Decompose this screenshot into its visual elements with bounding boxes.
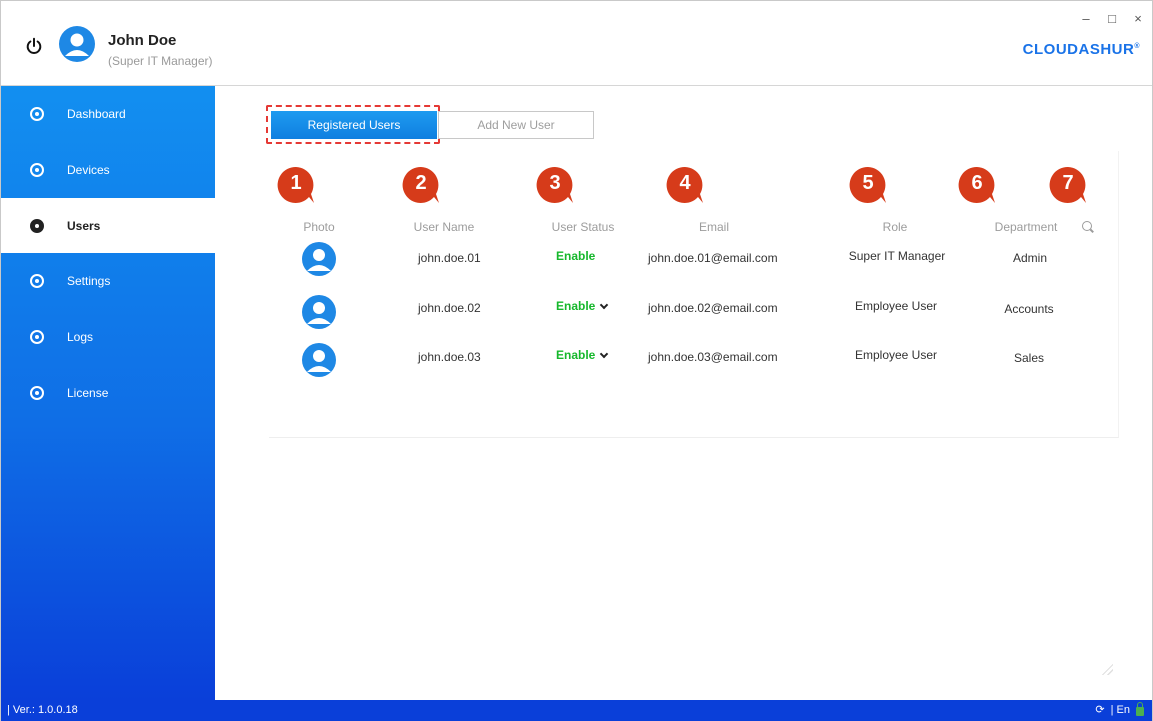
- department-cell: Sales: [1013, 351, 1045, 365]
- avatar: [302, 343, 336, 377]
- callout-badge: 2: [402, 166, 440, 204]
- sidebar-item-label: License: [67, 385, 109, 400]
- sidebar-item-label: Logs: [67, 329, 94, 344]
- user-name-cell: john.doe.02: [418, 301, 481, 315]
- chevron-down-icon: [600, 349, 609, 359]
- sidebar-item-devices[interactable]: Devices: [1, 142, 215, 197]
- user-name-cell: john.doe.01: [418, 251, 481, 265]
- column-header-photo[interactable]: Photo: [303, 220, 334, 234]
- close-button[interactable]: ×: [1132, 11, 1144, 26]
- user-silhouette-icon: [65, 33, 89, 56]
- callout-badge: 3: [536, 166, 574, 204]
- search-icon[interactable]: [1082, 221, 1092, 231]
- callout-badge: 7: [1049, 166, 1087, 204]
- version-label: | Ver.: 1.0.0.18: [7, 704, 78, 716]
- app-window: John Doe (Super IT Manager) – □ × CLOUDA…: [0, 0, 1153, 721]
- user-status-cell[interactable]: Enable: [556, 249, 595, 263]
- usb-icon: [30, 162, 44, 177]
- department-cell: Accounts: [1004, 302, 1054, 316]
- chevron-down-icon: [600, 300, 609, 310]
- email-cell: john.doe.02@email.com: [648, 301, 778, 315]
- callout-badge: 4: [666, 166, 704, 204]
- sidebar-item-logs[interactable]: Logs: [1, 309, 215, 364]
- email-cell: john.doe.01@email.com: [648, 251, 778, 265]
- avatar: [59, 26, 95, 62]
- resize-grip[interactable]: [1099, 661, 1113, 675]
- column-header-role[interactable]: Role: [883, 220, 908, 234]
- list-icon: [30, 329, 44, 344]
- sync-icon[interactable]: ⟳: [1095, 703, 1104, 716]
- sidebar-item-label: Users: [67, 218, 101, 233]
- column-header-user-name[interactable]: User Name: [414, 220, 475, 234]
- callout-badge: 1: [277, 166, 315, 204]
- minimize-button[interactable]: –: [1080, 11, 1092, 26]
- sidebar-item-label: Devices: [67, 162, 110, 177]
- user-silhouette-icon: [307, 302, 331, 324]
- user-status-dropdown[interactable]: Enable: [556, 299, 609, 313]
- key-icon: [30, 385, 44, 400]
- avatar: [302, 295, 336, 329]
- maximize-button[interactable]: □: [1106, 11, 1118, 26]
- role-cell: Employee User: [854, 299, 938, 313]
- sidebar-item-users[interactable]: Users: [1, 198, 215, 253]
- sidebar-item-label: Dashboard: [67, 106, 126, 121]
- sidebar-item-label: Settings: [67, 273, 111, 288]
- column-header-email[interactable]: Email: [699, 220, 729, 234]
- status-bar: | Ver.: 1.0.0.18 ⟳ | En: [1, 700, 1152, 721]
- avatar: [302, 242, 336, 276]
- tab-add-new-user[interactable]: Add New User: [438, 111, 594, 139]
- status-right: ⟳ | En: [1095, 701, 1144, 716]
- user-silhouette-icon: [307, 249, 331, 271]
- user-icon: [30, 218, 44, 233]
- header: John Doe (Super IT Manager) – □ × CLOUDA…: [1, 1, 1152, 86]
- callout-badge: 6: [958, 166, 996, 204]
- power-icon[interactable]: [25, 37, 43, 55]
- column-header-user-status[interactable]: User Status: [552, 220, 615, 234]
- dashboard-icon: [30, 106, 44, 121]
- sidebar: Dashboard Devices Users Settings Logs Li…: [1, 86, 215, 700]
- window-controls: – □ ×: [1080, 11, 1144, 26]
- user-name-cell: john.doe.03: [418, 350, 481, 364]
- user-silhouette-icon: [307, 350, 331, 372]
- user-role: (Super IT Manager): [108, 54, 213, 68]
- sidebar-item-dashboard[interactable]: Dashboard: [1, 86, 215, 141]
- sidebar-item-license[interactable]: License: [1, 365, 215, 420]
- department-cell: Admin: [1012, 251, 1048, 265]
- sidebar-item-settings[interactable]: Settings: [1, 253, 215, 308]
- column-header-department[interactable]: Department: [995, 220, 1058, 234]
- callout-badge: 5: [849, 166, 887, 204]
- language-selector[interactable]: | En: [1111, 704, 1130, 716]
- user-name: John Doe: [108, 32, 177, 49]
- role-cell: Super IT Manager: [848, 249, 946, 263]
- role-cell: Employee User: [854, 348, 938, 362]
- gear-icon: [30, 273, 44, 288]
- user-status-dropdown[interactable]: Enable: [556, 348, 609, 362]
- lock-icon: [1136, 701, 1144, 716]
- tab-registered-users[interactable]: Registered Users: [271, 111, 437, 139]
- email-cell: john.doe.03@email.com: [648, 350, 778, 364]
- brand-logo: CLOUDASHUR®: [1022, 41, 1140, 58]
